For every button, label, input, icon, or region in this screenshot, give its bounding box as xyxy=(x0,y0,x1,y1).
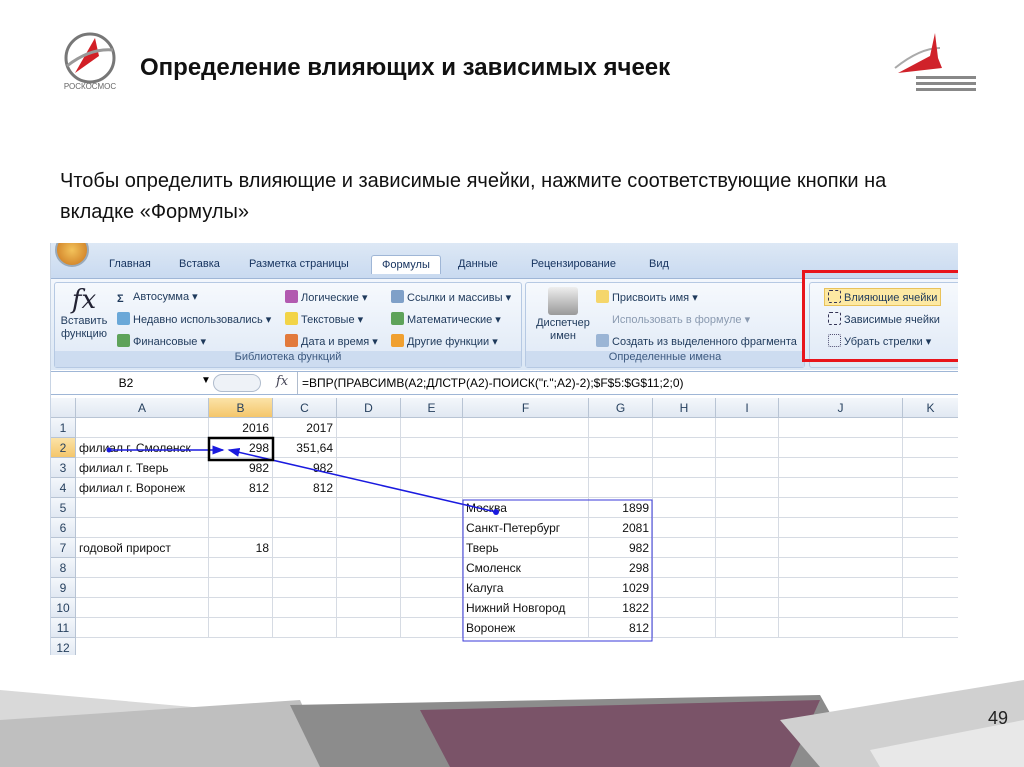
slide-title: Определение влияющих и зависимых ячеек xyxy=(140,54,671,81)
roscosmos-logo-text: РОСКОСМОС xyxy=(63,82,117,91)
page-number: 49 xyxy=(987,708,1008,728)
precedent-range-box xyxy=(462,499,653,642)
trace-arrows xyxy=(106,436,653,642)
excel-screenshot: Главная Вставка Разметка страницы Формул… xyxy=(50,243,958,655)
slide-body-text: Чтобы определить влияющие и зависимые яч… xyxy=(60,170,887,223)
active-cell-b2 xyxy=(207,436,275,462)
footer-decoration xyxy=(0,680,1024,767)
academy-logo xyxy=(894,33,976,91)
